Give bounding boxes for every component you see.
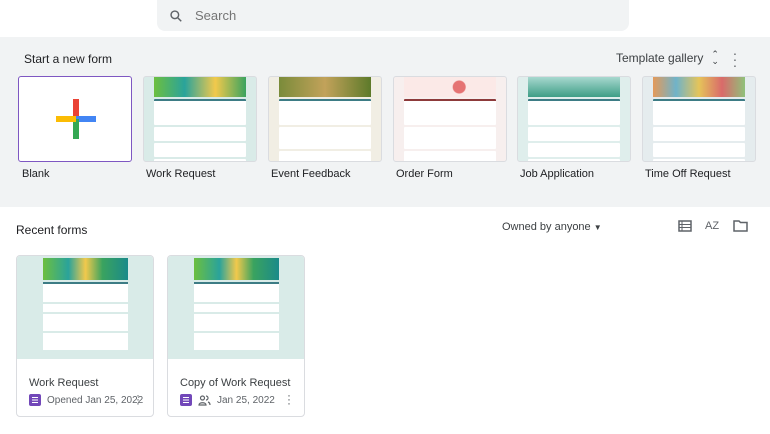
- shared-people-icon: [198, 394, 211, 406]
- search-bar[interactable]: [157, 0, 629, 31]
- template-event-feedback[interactable]: [268, 76, 382, 162]
- form-thumbnail: [17, 256, 153, 359]
- search-icon: [170, 9, 182, 22]
- template-job-application[interactable]: [517, 76, 631, 162]
- recent-form-card[interactable]: Copy of Work Request Jan 25, 2022 · · ·: [167, 255, 305, 417]
- form-title: Copy of Work Request: [180, 377, 291, 389]
- plus-icon: [56, 99, 96, 139]
- template-label: Order Form: [396, 168, 453, 180]
- template-blank[interactable]: [18, 76, 132, 162]
- dropdown-arrow-icon: ▼: [593, 223, 602, 232]
- folder-icon[interactable]: [733, 219, 748, 233]
- forms-icon: [29, 394, 41, 406]
- form-title: Work Request: [29, 377, 99, 389]
- template-label: Work Request: [146, 168, 216, 180]
- template-time-off-request[interactable]: [642, 76, 756, 162]
- recent-form-card[interactable]: Work Request Opened Jan 25, 2022 · · ·: [16, 255, 154, 417]
- more-options-icon[interactable]: · · ·: [135, 389, 141, 409]
- section-heading: Start a new form: [24, 52, 113, 66]
- template-label: Job Application: [520, 168, 594, 180]
- sort-az-icon[interactable]: A͏Z: [705, 220, 719, 232]
- recent-forms-heading: Recent forms: [16, 223, 88, 237]
- template-gallery-button[interactable]: Template gallery ⌃ ⌄: [616, 49, 719, 66]
- template-gallery-label: Template gallery: [616, 51, 704, 65]
- search-input[interactable]: [195, 8, 595, 23]
- owner-filter-dropdown[interactable]: Owned by anyone ▼: [502, 221, 602, 233]
- template-label: Blank: [22, 168, 50, 180]
- form-thumbnail: [168, 256, 304, 359]
- template-label: Event Feedback: [271, 168, 351, 180]
- more-options-icon[interactable]: · · ·: [730, 46, 740, 72]
- form-date: Jan 25, 2022: [217, 394, 275, 406]
- more-options-icon[interactable]: · · ·: [286, 389, 292, 409]
- template-label: Time Off Request: [645, 168, 731, 180]
- template-work-request[interactable]: [143, 76, 257, 162]
- owner-filter-label: Owned by anyone: [502, 221, 591, 233]
- forms-icon: [180, 394, 192, 406]
- template-gallery-section: Start a new form Template gallery ⌃ ⌄ · · · …: [0, 37, 770, 207]
- form-date: Opened Jan 25, 2022: [47, 394, 144, 406]
- list-view-icon[interactable]: [678, 219, 692, 233]
- template-order-form[interactable]: [393, 76, 507, 162]
- unfold-icon: ⌃ ⌄: [711, 49, 719, 66]
